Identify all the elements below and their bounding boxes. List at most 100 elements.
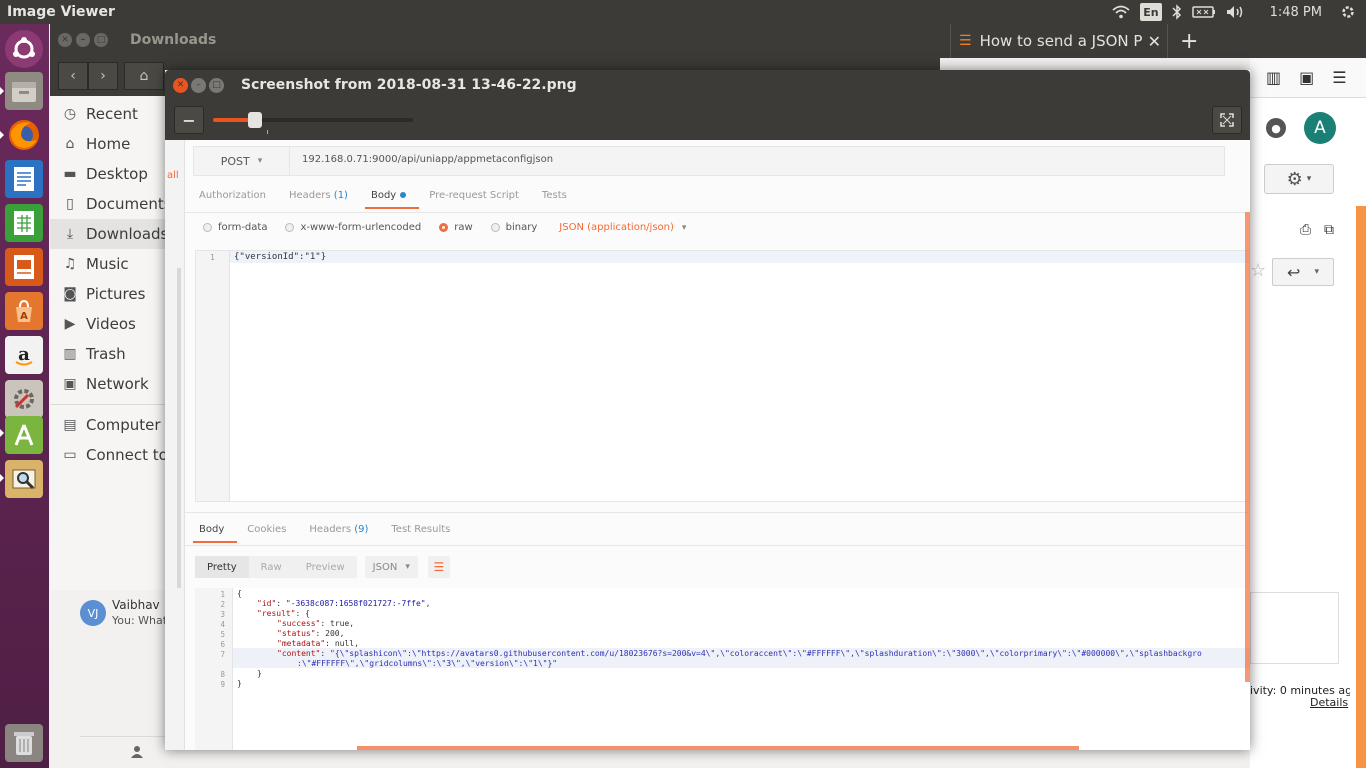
format-select: JSON ▾ [364,556,418,578]
code-line: { [237,589,242,598]
code-token: { [237,589,242,598]
ubuntu-dash-icon[interactable] [5,30,43,68]
firefox-icon[interactable] [5,116,43,154]
radio-icon [490,223,500,232]
amazon-icon[interactable]: a [5,336,43,374]
print-icon[interactable]: ⎙ [1300,222,1311,238]
settings-gear-button[interactable]: ⚙ ▾ [1264,164,1334,194]
details-link[interactable]: Details [1310,696,1348,709]
sidebar-item-recent[interactable]: ◷ Recent [50,99,180,129]
user-icon[interactable] [130,745,144,763]
zoom-out-button[interactable]: − [174,106,204,134]
minimize-icon[interactable]: – [191,77,206,93]
sidebar-item-connect-to-server[interactable]: ▭ Connect to [50,440,180,470]
json-key: "success" [277,619,321,628]
android-studio-icon[interactable] [5,416,43,454]
tab-label: Tests [541,190,567,201]
all-label: all [167,170,179,181]
libreoffice-writer-icon[interactable] [5,160,43,198]
url-input: 192.168.0.71:9000/api/uniapp/appmetaconf… [302,154,554,165]
tab-label: Authorization [199,190,266,201]
files-close-icon[interactable]: ✕ [58,33,72,47]
content-type-select: JSON (application/json) ▾ [559,222,686,233]
home-path-button[interactable]: ⌂ [124,62,164,90]
files-maximize-icon[interactable]: □ [94,33,108,47]
files-app-icon[interactable] [5,72,43,110]
json-string: :\"#FFFFFF\",\"gridcolumns\":\"3\",\"ver… [297,659,558,668]
code-line: "content": "{\"splashicon\":\"https://av… [277,649,1202,658]
libreoffice-calc-icon[interactable] [5,204,43,242]
tab-label: Headers [288,190,331,201]
sidebar-item-label: Trash [86,345,126,363]
star-icon[interactable]: ☆ [1250,260,1266,281]
keyboard-language-indicator[interactable]: En [1140,3,1162,21]
right-accent-bar [1245,212,1250,682]
sidebar-item-music[interactable]: ♫ Music [50,249,180,279]
forward-button[interactable]: › [88,62,118,90]
code-line: } [237,679,242,688]
sidebar-item-documents[interactable]: ▯ Documents [50,189,180,219]
active-line-highlight [230,251,1250,263]
zoom-slider[interactable] [213,112,413,134]
sidebar-item-label: Home [86,135,131,153]
libreoffice-impress-icon[interactable] [5,248,43,286]
request-tabs: Authorization Headers (1) Body Pre-reque… [199,190,590,209]
browser-tab[interactable]: ☰ How to send a JSON PO ✕ [950,24,1168,58]
tab-pre-request-script: Pre-request Script [429,190,530,207]
sidebar-item-desktop[interactable]: ▬ Desktop [50,159,180,189]
sidebar-item-videos[interactable]: ▶ Videos [50,309,180,339]
close-icon[interactable]: ✕ [173,77,188,93]
bluetooth-icon[interactable] [1172,3,1182,21]
viewer-toolbar: − [165,100,1250,140]
resp-tab-body: Body [192,524,238,543]
clock[interactable]: 1:48 PM [1270,5,1322,20]
battery-icon[interactable] [1191,3,1216,21]
sidebar-item-label: Downloads [86,225,169,243]
files-minimize-icon[interactable]: – [76,33,90,47]
body-type-urlencoded: x-www-form-urlencoded [285,222,421,233]
software-center-icon[interactable]: A [5,292,43,330]
network-icon: ▣ [63,376,77,392]
maximize-icon[interactable]: □ [209,77,224,93]
download-icon: ⤓ [66,226,74,242]
wifi-icon[interactable] [1112,3,1130,21]
back-button[interactable]: ‹ [58,62,88,90]
line-number: 5 [220,630,225,639]
sidebar-item-pictures[interactable]: ◙ Pictures [50,279,180,309]
open-new-window-icon[interactable]: ⧉ [1324,222,1334,238]
image-viewer-app-icon[interactable] [5,460,43,498]
library-icon[interactable]: ▥ [1266,68,1281,87]
avatar[interactable]: VJ [80,600,106,626]
sidebar-item-computer[interactable]: ▤ Computer [50,410,180,440]
system-settings-icon[interactable] [5,380,43,418]
reply-button[interactable]: ↩ ▾ [1272,258,1334,286]
browser-content: ● A ⚙ ▾ ⎙ ⧉ ☆ ↩ ▾ ivity: 0 minutes ago Det… [1250,98,1366,768]
sidebar-toggle-icon[interactable]: ▣ [1299,68,1314,87]
close-tab-icon[interactable]: ✕ [1148,32,1161,51]
zoom-slider-thumb[interactable] [248,112,262,128]
body-type-label: binary [505,222,538,233]
avatar[interactable]: A [1304,112,1336,144]
code-token: } [257,669,262,678]
app-title: Image Viewer [7,4,115,20]
volume-icon[interactable] [1226,3,1246,21]
sidebar-item-downloads[interactable]: ⤓ Downloads [50,219,180,249]
sidebar-item-trash[interactable]: ▥ Trash [50,339,180,369]
trash-icon: ▥ [63,346,77,362]
json-string: "{\"splashicon\":\"https://avatars0.gith… [330,649,1202,658]
body-type-label: x-www-form-urlencoded [300,222,422,233]
modified-dot-icon [400,192,407,198]
trash-launcher-icon[interactable] [5,724,43,762]
sidebar-item-label: Videos [86,315,136,333]
chat-contact-name[interactable]: Vaibhav [112,598,165,612]
new-tab-icon[interactable]: + [1180,29,1198,54]
fullscreen-button[interactable] [1212,106,1242,134]
viewer-title: Screenshot from 2018-08-31 13-46-22.png [241,77,577,93]
sidebar-item-home[interactable]: ⌂ Home [50,129,180,159]
comment-box[interactable] [1250,592,1339,664]
hamburger-menu-icon[interactable]: ☰ [1332,68,1346,87]
power-gear-icon[interactable] [1340,3,1356,21]
tab-label: Test Results [391,524,451,535]
bell-icon[interactable]: ● [1266,118,1286,138]
sidebar-item-network[interactable]: ▣ Network [50,369,180,399]
